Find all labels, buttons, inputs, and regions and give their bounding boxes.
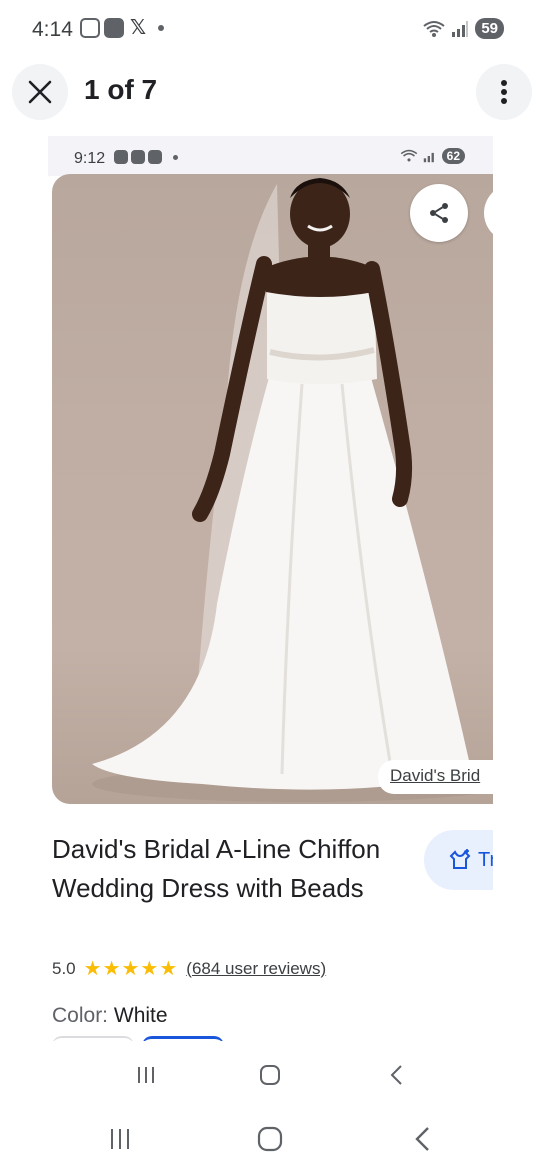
try-on-button[interactable]: Tr (424, 830, 493, 890)
status-right-icons: 59 (423, 18, 504, 39)
try-on-label: Tr (478, 848, 493, 871)
rating-row: 5.0 ★★★★★ (684 user reviews) (52, 956, 326, 981)
inner-status-bar: 9:12 62 (48, 136, 493, 176)
color-value: White (113, 1004, 168, 1027)
status-bar: 4:14 𝕏 59 (0, 0, 540, 60)
system-navigation-bar (0, 1106, 540, 1170)
product-title: David's Bridal A-Line Chiffon Wedding Dr… (52, 834, 381, 903)
inner-navigation-bar (0, 1044, 540, 1106)
inner-back-button[interactable] (378, 1060, 414, 1090)
back-icon (390, 1065, 402, 1085)
app-notification-icon (148, 150, 162, 164)
more-vert-icon (501, 80, 507, 104)
recent-apps-button[interactable] (100, 1122, 140, 1156)
inner-status-right-icons: 62 (400, 148, 465, 164)
home-button[interactable] (250, 1122, 290, 1156)
more-notifications-dot-icon (173, 154, 178, 160)
home-icon (257, 1126, 283, 1152)
app-notification-icon (131, 150, 145, 164)
recent-apps-icon (111, 1129, 129, 1149)
app-notification-icon (114, 150, 128, 164)
color-option-swatch-selected[interactable] (142, 1036, 224, 1041)
rating-stars: ★★★★★ (83, 958, 179, 980)
color-label: Color: (52, 1004, 109, 1027)
signal-icon (452, 20, 469, 37)
reviews-link[interactable]: (684 user reviews) (186, 959, 326, 979)
recent-apps-icon (138, 1067, 154, 1083)
viewer-header: 1 of 7 (0, 60, 540, 124)
back-button[interactable] (402, 1122, 442, 1156)
color-row: Color: White (52, 1004, 168, 1028)
close-icon (28, 80, 52, 104)
wedding-dress-photo (92, 178, 493, 802)
inner-recent-apps-button[interactable] (128, 1060, 164, 1090)
signal-icon (423, 152, 434, 163)
wifi-icon (400, 149, 417, 162)
status-notification-icons: 𝕏 (80, 17, 165, 39)
share-icon (430, 203, 448, 223)
try-on-icon (449, 849, 471, 869)
embedded-screenshot: 9:12 62 David's Brid David's Bridal A-Li… (48, 136, 493, 1041)
home-icon (260, 1065, 280, 1085)
screenshot-icon (80, 18, 100, 38)
inner-notification-icons (114, 150, 178, 164)
image-source-link[interactable]: David's Brid (378, 760, 493, 794)
status-time: 4:14 (32, 18, 73, 41)
battery-indicator: 59 (475, 18, 504, 39)
app-notification-icon (104, 18, 124, 38)
x-app-icon: 𝕏 (130, 17, 147, 39)
more-notifications-dot-icon (158, 25, 165, 31)
image-counter: 1 of 7 (84, 74, 158, 105)
inner-status-time: 9:12 (74, 150, 106, 167)
inner-home-button[interactable] (252, 1060, 288, 1090)
share-button[interactable] (410, 184, 468, 242)
color-option-swatch[interactable] (52, 1036, 134, 1041)
product-photo[interactable]: David's Brid (52, 174, 493, 804)
rating-value: 5.0 (52, 958, 76, 978)
back-icon (415, 1127, 429, 1151)
inner-battery-indicator: 62 (441, 148, 465, 164)
close-button[interactable] (12, 64, 68, 120)
more-options-button[interactable] (476, 64, 532, 120)
wifi-icon (423, 20, 445, 37)
